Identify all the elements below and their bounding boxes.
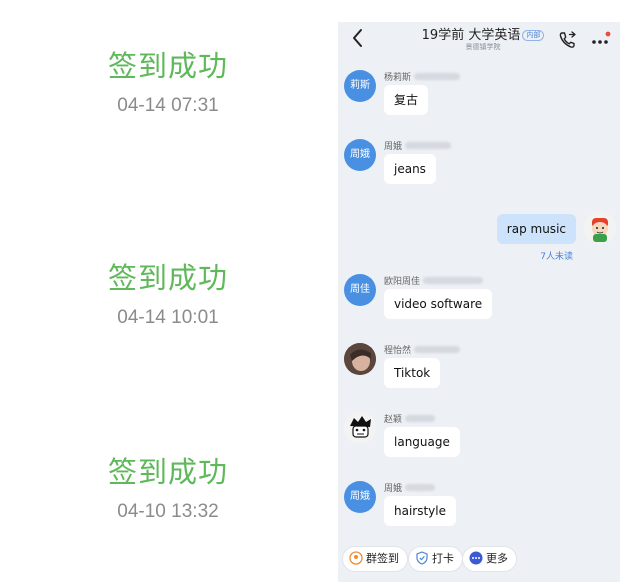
group-chat-window: 19学前 大学英语 内部 景德镇学院 莉斯 杨莉斯 复古 周娥 周娥 jeans … bbox=[338, 22, 620, 582]
checkin-status: 签到成功 bbox=[107, 261, 228, 295]
group-checkin-button[interactable]: 群签到 bbox=[342, 546, 408, 572]
quick-action-bar: 群签到 打卡 更多 bbox=[338, 540, 620, 582]
internal-tag: 内部 bbox=[522, 30, 545, 41]
checkin-record: 签到成功 04-10 13:32 bbox=[0, 454, 336, 524]
back-arrow-icon[interactable] bbox=[348, 26, 368, 50]
phone-icon[interactable] bbox=[558, 30, 578, 50]
more-options-icon[interactable] bbox=[590, 30, 612, 50]
checkin-status: 签到成功 bbox=[107, 49, 228, 83]
message-bubble[interactable]: rap music bbox=[496, 214, 576, 244]
unread-count[interactable]: 7人未读 bbox=[540, 249, 573, 262]
photo-avatar-icon[interactable] bbox=[344, 343, 376, 375]
sender-name: 周娥 bbox=[384, 481, 436, 494]
message-bubble[interactable]: jeans bbox=[384, 154, 436, 184]
sender-name: 欧阳周佳 bbox=[384, 274, 484, 287]
location-pin-icon bbox=[349, 551, 363, 565]
sender-name: 程怡然 bbox=[384, 343, 461, 356]
more-button[interactable]: 更多 bbox=[462, 546, 517, 572]
sender-name: 赵颖 bbox=[384, 412, 436, 425]
message-item: 莉斯 杨莉斯 复古 bbox=[338, 70, 620, 140]
sketch-avatar-icon[interactable] bbox=[344, 412, 376, 444]
message-item: 程怡然 Tiktok bbox=[338, 343, 620, 413]
clock-in-button[interactable]: 打卡 bbox=[408, 546, 463, 572]
message-item: 周娥 周娥 jeans bbox=[338, 139, 620, 209]
avatar[interactable]: 周佳 bbox=[344, 274, 376, 306]
message-item-own: rap music 7人未读 bbox=[338, 212, 620, 262]
clock-in-label: 打卡 bbox=[432, 552, 454, 565]
checkin-panel: 签到成功 04-14 07:31 签到成功 04-14 10:01 签到成功 0… bbox=[0, 0, 336, 584]
more-dots-icon bbox=[469, 551, 483, 565]
message-bubble[interactable]: 复古 bbox=[384, 85, 429, 115]
message-bubble[interactable]: Tiktok bbox=[384, 358, 441, 388]
more-label: 更多 bbox=[486, 552, 508, 565]
cartoon-avatar-icon[interactable] bbox=[584, 212, 616, 244]
avatar[interactable]: 周娥 bbox=[344, 139, 376, 171]
group-name: 19学前 大学英语 内部 bbox=[398, 24, 568, 43]
message-item: 赵颖 language bbox=[338, 412, 620, 482]
sender-name: 周娥 bbox=[384, 139, 452, 152]
checkin-record: 签到成功 04-14 10:01 bbox=[0, 260, 336, 330]
group-checkin-label: 群签到 bbox=[366, 552, 399, 565]
avatar[interactable]: 莉斯 bbox=[344, 70, 376, 102]
avatar[interactable]: 周娥 bbox=[344, 481, 376, 513]
group-school: 景德镇学院 bbox=[465, 43, 501, 51]
message-bubble[interactable]: language bbox=[384, 427, 460, 457]
message-bubble[interactable]: hairstyle bbox=[384, 496, 457, 526]
checkin-time: 04-14 10:01 bbox=[117, 307, 219, 328]
checkin-time: 04-10 13:32 bbox=[117, 501, 219, 522]
message-item: 周娥 周娥 hairstyle bbox=[338, 481, 620, 541]
shield-check-icon bbox=[416, 551, 428, 565]
sender-name: 杨莉斯 bbox=[384, 70, 461, 83]
checkin-status: 签到成功 bbox=[107, 455, 228, 489]
message-bubble[interactable]: video software bbox=[384, 289, 493, 319]
checkin-record: 签到成功 04-14 07:31 bbox=[0, 48, 336, 118]
group-title-text: 19学前 大学英语 bbox=[421, 28, 521, 43]
checkin-time: 04-14 07:31 bbox=[117, 95, 219, 116]
chat-header: 19学前 大学英语 内部 景德镇学院 bbox=[338, 22, 620, 56]
message-item: 周佳 欧阳周佳 video software bbox=[338, 274, 620, 344]
